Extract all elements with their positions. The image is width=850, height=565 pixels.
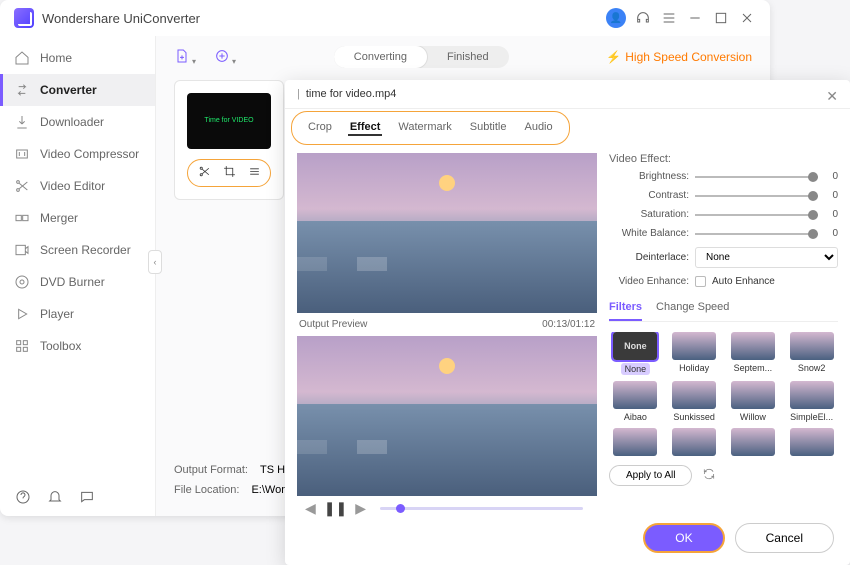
- recorder-icon: [14, 242, 30, 258]
- user-avatar-icon[interactable]: 👤: [606, 8, 626, 28]
- home-icon: [14, 50, 30, 66]
- saturation-slider[interactable]: [695, 214, 818, 216]
- cancel-button[interactable]: Cancel: [735, 523, 834, 553]
- pause-icon[interactable]: ❚❚: [324, 500, 347, 517]
- app-title: Wondershare UniConverter: [42, 11, 200, 26]
- filter-september[interactable]: Septem...: [727, 332, 780, 375]
- sidebar-item-editor[interactable]: Video Editor: [0, 170, 155, 202]
- tab-subtitle[interactable]: Subtitle: [468, 120, 509, 136]
- ok-button[interactable]: OK: [643, 523, 724, 553]
- app-logo-icon: [14, 8, 34, 28]
- editor-tabs: Crop Effect Watermark Subtitle Audio: [291, 111, 570, 145]
- tab-filters[interactable]: Filters: [609, 295, 642, 321]
- chevron-down-icon: ▾: [192, 57, 196, 66]
- sidebar-item-converter[interactable]: Converter: [0, 74, 155, 106]
- disc-icon: [14, 274, 30, 290]
- effect-editor-dialog: ✕ | time for video.mp4 Crop Effect Water…: [285, 80, 850, 565]
- preview-label: Output Preview: [299, 319, 367, 330]
- contrast-slider[interactable]: [695, 195, 818, 197]
- filter-item[interactable]: [609, 428, 662, 459]
- tab-crop[interactable]: Crop: [306, 120, 334, 136]
- video-preview-original: [297, 153, 597, 313]
- refresh-icon[interactable]: [702, 467, 716, 484]
- add-folder-button[interactable]: ▾: [214, 48, 236, 67]
- minimize-icon[interactable]: [686, 9, 704, 27]
- editor-filename: time for video.mp4: [306, 88, 396, 100]
- chevron-down-icon: ▾: [232, 57, 236, 66]
- filter-simpleel[interactable]: SimpleEl...: [785, 381, 838, 422]
- sidebar-item-player[interactable]: Player: [0, 298, 155, 330]
- playback-controls: ◀ ❚❚ ▶: [297, 496, 597, 521]
- chat-icon[interactable]: [78, 488, 96, 506]
- effects-panel: Video Effect: Brightness:0 Contrast:0 Sa…: [607, 153, 838, 521]
- preview-time: 00:13/01:12: [542, 319, 595, 330]
- filter-tabs: Filters Change Speed: [609, 295, 838, 322]
- download-icon: [14, 114, 30, 130]
- scissors-icon: [14, 178, 30, 194]
- sidebar-item-home[interactable]: Home: [0, 42, 155, 74]
- prev-frame-icon[interactable]: ◀: [305, 500, 316, 517]
- video-preview-output: [297, 336, 597, 496]
- video-card[interactable]: Time for VIDEO: [174, 80, 284, 200]
- tab-finished[interactable]: Finished: [427, 46, 509, 68]
- sidebar-item-compressor[interactable]: Video Compressor: [0, 138, 155, 170]
- play-icon: [14, 306, 30, 322]
- sidebar-item-recorder[interactable]: Screen Recorder: [0, 234, 155, 266]
- deinterlace-select[interactable]: None: [695, 247, 838, 268]
- filter-sunkissed[interactable]: Sunkissed: [668, 381, 721, 422]
- filter-none[interactable]: NoneNone: [609, 332, 662, 375]
- bell-icon[interactable]: [46, 488, 64, 506]
- sidebar-item-toolbox[interactable]: Toolbox: [0, 330, 155, 362]
- trim-icon[interactable]: [198, 165, 211, 181]
- more-icon[interactable]: [248, 165, 261, 181]
- bolt-icon: ⚡: [606, 50, 621, 64]
- high-speed-toggle[interactable]: ⚡High Speed Conversion: [606, 50, 752, 64]
- tab-effect[interactable]: Effect: [348, 120, 383, 136]
- filter-grid: NoneNone Holiday Septem... Snow2 Aibao S…: [609, 332, 838, 459]
- filter-holiday[interactable]: Holiday: [668, 332, 721, 375]
- tab-converting[interactable]: Converting: [334, 46, 427, 68]
- sidebar-item-merger[interactable]: Merger: [0, 202, 155, 234]
- auto-enhance-checkbox[interactable]: [695, 276, 706, 287]
- filter-item[interactable]: [727, 428, 780, 459]
- sidebar-item-downloader[interactable]: Downloader: [0, 106, 155, 138]
- video-thumbnail: Time for VIDEO: [187, 93, 271, 149]
- output-format-label: Output Format:: [174, 464, 248, 476]
- preview-column: Output Preview 00:13/01:12 ◀ ❚❚ ▶: [297, 153, 597, 521]
- sidebar: Home Converter Downloader Video Compress…: [0, 36, 155, 516]
- sidebar-item-dvd[interactable]: DVD Burner: [0, 266, 155, 298]
- status-tabs: Converting Finished: [334, 46, 509, 68]
- crop-icon[interactable]: [223, 165, 236, 181]
- toolbar: ▾ ▾ Converting Finished ⚡High Speed Conv…: [174, 46, 752, 68]
- hamburger-menu-icon[interactable]: [660, 9, 678, 27]
- close-icon[interactable]: [738, 9, 756, 27]
- filter-willow[interactable]: Willow: [727, 381, 780, 422]
- compressor-icon: [14, 146, 30, 162]
- filter-aibao[interactable]: Aibao: [609, 381, 662, 422]
- brightness-slider[interactable]: [695, 176, 818, 178]
- headset-icon[interactable]: [634, 9, 652, 27]
- maximize-icon[interactable]: [712, 9, 730, 27]
- add-file-button[interactable]: ▾: [174, 48, 196, 67]
- video-effect-label: Video Effect:: [609, 153, 838, 165]
- merger-icon: [14, 210, 30, 226]
- dialog-close-icon[interactable]: ✕: [826, 88, 838, 105]
- grid-icon: [14, 338, 30, 354]
- filter-item[interactable]: [785, 428, 838, 459]
- filter-item[interactable]: [668, 428, 721, 459]
- converter-icon: [14, 82, 30, 98]
- titlebar: Wondershare UniConverter 👤: [0, 0, 770, 36]
- tab-watermark[interactable]: Watermark: [396, 120, 453, 136]
- whitebalance-slider[interactable]: [695, 233, 818, 235]
- apply-to-all-button[interactable]: Apply to All: [609, 465, 692, 486]
- progress-bar[interactable]: [380, 507, 583, 510]
- help-icon[interactable]: [14, 488, 32, 506]
- collapse-sidebar-button[interactable]: ‹: [148, 250, 162, 274]
- tab-audio[interactable]: Audio: [522, 120, 554, 136]
- filter-snow2[interactable]: Snow2: [785, 332, 838, 375]
- file-location-label: File Location:: [174, 484, 239, 496]
- tab-change-speed[interactable]: Change Speed: [656, 295, 729, 321]
- next-frame-icon[interactable]: ▶: [355, 500, 366, 517]
